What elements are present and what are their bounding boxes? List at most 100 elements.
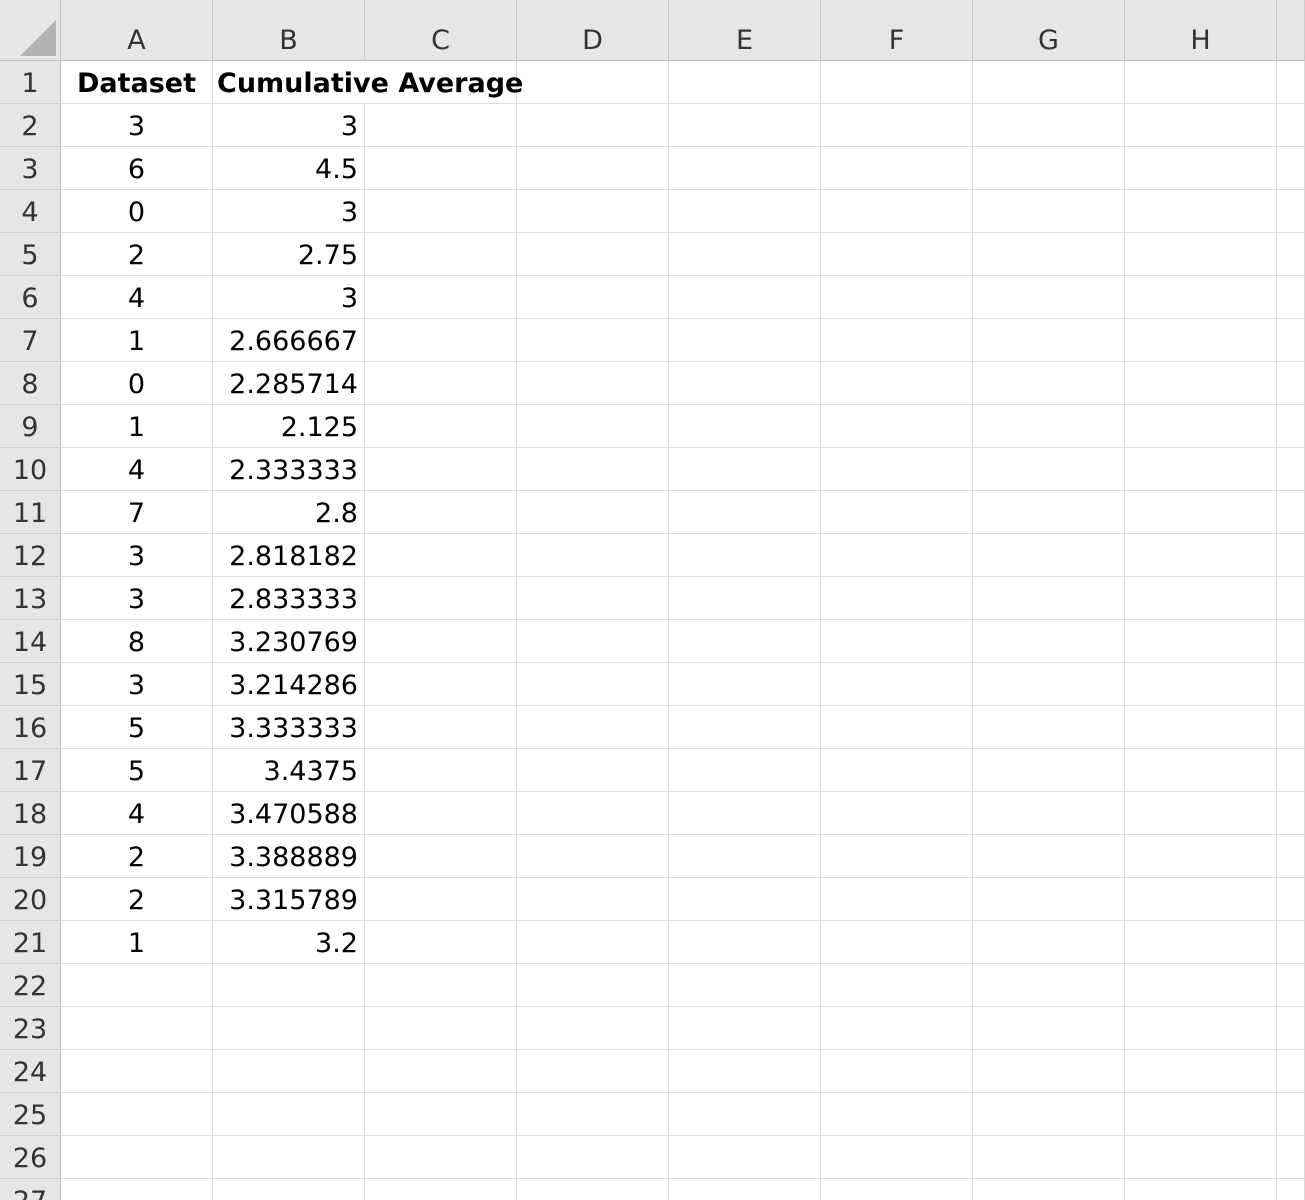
cell-e23[interactable] <box>669 1007 821 1050</box>
cell-f25[interactable] <box>821 1093 973 1136</box>
cell-h10[interactable] <box>1125 448 1277 491</box>
cell-e2[interactable] <box>669 104 821 147</box>
cell-f21[interactable] <box>821 921 973 964</box>
row-header-5[interactable]: 5 <box>0 233 61 276</box>
row-header-10[interactable]: 10 <box>0 448 61 491</box>
cell-a8[interactable]: 0 <box>61 362 213 405</box>
cell-e17[interactable] <box>669 749 821 792</box>
cell-e7[interactable] <box>669 319 821 362</box>
cell-i6[interactable] <box>1277 276 1305 319</box>
cell-i5[interactable] <box>1277 233 1305 276</box>
cell-d24[interactable] <box>517 1050 669 1093</box>
row-header-2[interactable]: 2 <box>0 104 61 147</box>
cell-f10[interactable] <box>821 448 973 491</box>
cell-i20[interactable] <box>1277 878 1305 921</box>
cell-f2[interactable] <box>821 104 973 147</box>
cell-i14[interactable] <box>1277 620 1305 663</box>
cell-e9[interactable] <box>669 405 821 448</box>
cell-d22[interactable] <box>517 964 669 1007</box>
row-header-26[interactable]: 26 <box>0 1136 61 1179</box>
cell-h1[interactable] <box>1125 61 1277 104</box>
column-header-h[interactable]: H <box>1125 0 1277 61</box>
cell-i21[interactable] <box>1277 921 1305 964</box>
row-header-20[interactable]: 20 <box>0 878 61 921</box>
cell-a4[interactable]: 0 <box>61 190 213 233</box>
cell-a15[interactable]: 3 <box>61 663 213 706</box>
row-header-18[interactable]: 18 <box>0 792 61 835</box>
cell-c11[interactable] <box>365 491 517 534</box>
cell-h25[interactable] <box>1125 1093 1277 1136</box>
cell-f5[interactable] <box>821 233 973 276</box>
row-header-22[interactable]: 22 <box>0 964 61 1007</box>
cell-b12[interactable]: 2.818182 <box>213 534 365 577</box>
cell-e24[interactable] <box>669 1050 821 1093</box>
cell-c5[interactable] <box>365 233 517 276</box>
cell-f23[interactable] <box>821 1007 973 1050</box>
cell-g1[interactable] <box>973 61 1125 104</box>
cell-b26[interactable] <box>213 1136 365 1179</box>
cell-a26[interactable] <box>61 1136 213 1179</box>
cell-e25[interactable] <box>669 1093 821 1136</box>
cell-c10[interactable] <box>365 448 517 491</box>
cell-a11[interactable]: 7 <box>61 491 213 534</box>
cell-h8[interactable] <box>1125 362 1277 405</box>
cell-i19[interactable] <box>1277 835 1305 878</box>
row-header-7[interactable]: 7 <box>0 319 61 362</box>
cell-h14[interactable] <box>1125 620 1277 663</box>
cell-a23[interactable] <box>61 1007 213 1050</box>
cell-e1[interactable] <box>669 61 821 104</box>
cell-b14[interactable]: 3.230769 <box>213 620 365 663</box>
cell-e3[interactable] <box>669 147 821 190</box>
cell-e26[interactable] <box>669 1136 821 1179</box>
cell-g7[interactable] <box>973 319 1125 362</box>
cell-c15[interactable] <box>365 663 517 706</box>
cell-d12[interactable] <box>517 534 669 577</box>
cell-b9[interactable]: 2.125 <box>213 405 365 448</box>
row-header-16[interactable]: 16 <box>0 706 61 749</box>
cell-f20[interactable] <box>821 878 973 921</box>
cell-e21[interactable] <box>669 921 821 964</box>
cell-c3[interactable] <box>365 147 517 190</box>
cell-b27[interactable] <box>213 1179 365 1200</box>
row-header-1[interactable]: 1 <box>0 61 61 104</box>
cell-d27[interactable] <box>517 1179 669 1200</box>
cell-f27[interactable] <box>821 1179 973 1200</box>
row-header-23[interactable]: 23 <box>0 1007 61 1050</box>
cell-f7[interactable] <box>821 319 973 362</box>
cell-b24[interactable] <box>213 1050 365 1093</box>
cell-f13[interactable] <box>821 577 973 620</box>
cell-h17[interactable] <box>1125 749 1277 792</box>
cell-f22[interactable] <box>821 964 973 1007</box>
cell-g25[interactable] <box>973 1093 1125 1136</box>
cell-a16[interactable]: 5 <box>61 706 213 749</box>
cell-g14[interactable] <box>973 620 1125 663</box>
cell-i13[interactable] <box>1277 577 1305 620</box>
cell-b13[interactable]: 2.833333 <box>213 577 365 620</box>
cell-b20[interactable]: 3.315789 <box>213 878 365 921</box>
cell-c25[interactable] <box>365 1093 517 1136</box>
cell-a12[interactable]: 3 <box>61 534 213 577</box>
cell-g18[interactable] <box>973 792 1125 835</box>
cell-c17[interactable] <box>365 749 517 792</box>
cell-a7[interactable]: 1 <box>61 319 213 362</box>
cell-b11[interactable]: 2.8 <box>213 491 365 534</box>
cell-b18[interactable]: 3.470588 <box>213 792 365 835</box>
cell-e10[interactable] <box>669 448 821 491</box>
cell-h4[interactable] <box>1125 190 1277 233</box>
cell-d2[interactable] <box>517 104 669 147</box>
cell-h19[interactable] <box>1125 835 1277 878</box>
cell-f17[interactable] <box>821 749 973 792</box>
cell-d3[interactable] <box>517 147 669 190</box>
cell-g9[interactable] <box>973 405 1125 448</box>
cell-h12[interactable] <box>1125 534 1277 577</box>
cell-c2[interactable] <box>365 104 517 147</box>
cell-c21[interactable] <box>365 921 517 964</box>
cell-h18[interactable] <box>1125 792 1277 835</box>
cell-i8[interactable] <box>1277 362 1305 405</box>
cell-a27[interactable] <box>61 1179 213 1200</box>
cell-a21[interactable]: 1 <box>61 921 213 964</box>
cell-f19[interactable] <box>821 835 973 878</box>
cell-i12[interactable] <box>1277 534 1305 577</box>
select-all-button[interactable] <box>0 0 61 61</box>
cell-i17[interactable] <box>1277 749 1305 792</box>
